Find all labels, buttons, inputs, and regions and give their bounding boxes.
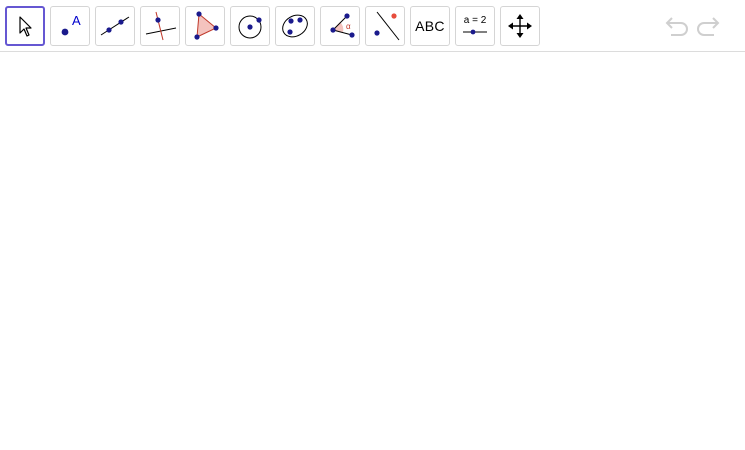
circle-center-point-icon — [238, 15, 262, 39]
slider-icon: a = 2 — [463, 15, 487, 35]
line-tool-button[interactable] — [95, 6, 135, 46]
perpendicular-line-tool-button[interactable] — [140, 6, 180, 46]
point-tool-button[interactable]: A — [50, 6, 90, 46]
move-graphics-view-tool-button[interactable] — [500, 6, 540, 46]
toolbar: A α ABC a = 2 — [0, 0, 745, 52]
line-through-points-icon — [100, 16, 130, 36]
perpendicular-line-icon — [145, 11, 177, 41]
angle-label: α — [346, 22, 351, 31]
move-arrows-icon — [508, 14, 532, 38]
arrow-cursor-icon — [19, 16, 32, 37]
polygon-icon — [194, 11, 219, 40]
undo-icon — [665, 17, 688, 36]
circle-tool-button[interactable] — [230, 6, 270, 46]
angle-icon: α — [330, 13, 355, 38]
redo-button[interactable] — [696, 12, 726, 40]
reflect-about-line-icon — [374, 11, 400, 41]
text-tool-button[interactable]: ABC — [410, 6, 450, 46]
slider-label: a = 2 — [464, 15, 487, 26]
polygon-tool-button[interactable] — [185, 6, 225, 46]
point-icon: A — [61, 13, 81, 36]
reflect-tool-button[interactable] — [365, 6, 405, 46]
angle-tool-button[interactable]: α — [320, 6, 360, 46]
point-label: A — [72, 13, 81, 28]
redo-icon — [697, 17, 720, 36]
text-tool-label: ABC — [415, 18, 445, 34]
conic-tool-button[interactable] — [275, 6, 315, 46]
geogebra-app: A α ABC a = 2 — [0, 0, 745, 450]
graphics-view-canvas[interactable] — [0, 53, 745, 450]
ellipse-icon — [282, 14, 308, 38]
undo-button[interactable] — [659, 12, 689, 40]
slider-tool-button[interactable]: a = 2 — [455, 6, 495, 46]
move-tool-button[interactable] — [5, 6, 45, 46]
